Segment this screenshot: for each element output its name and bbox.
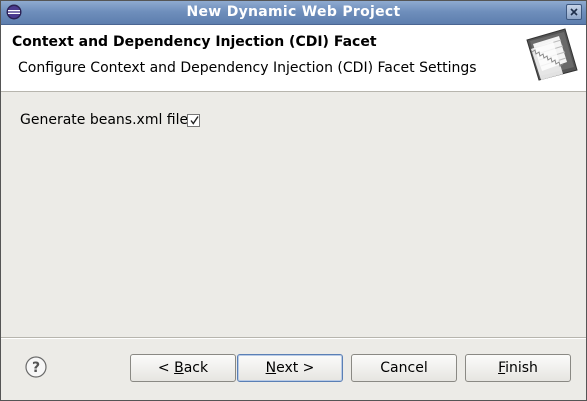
page-description: Configure Context and Dependency Injecti… bbox=[18, 60, 477, 76]
window-title: New Dynamic Web Project bbox=[186, 4, 401, 20]
wizard-banner-icon bbox=[519, 26, 583, 82]
back-prefix: < bbox=[157, 360, 175, 376]
next-button[interactable]: Next > bbox=[237, 354, 343, 382]
close-button[interactable] bbox=[566, 4, 582, 20]
generate-beans-label: Generate beans.xml file: bbox=[20, 112, 193, 128]
svg-text:?: ? bbox=[32, 360, 40, 376]
help-icon[interactable]: ? bbox=[25, 356, 47, 378]
finish-button[interactable]: Finish bbox=[465, 354, 571, 382]
dialog-window: New Dynamic Web Project Context and Depe… bbox=[0, 0, 587, 401]
next-mnemonic: N bbox=[265, 360, 277, 376]
close-icon bbox=[570, 8, 578, 16]
cancel-button[interactable]: Cancel bbox=[351, 354, 457, 382]
back-rest: ack bbox=[183, 360, 209, 376]
wizard-content: Generate beans.xml file: bbox=[1, 92, 586, 337]
button-bar-separator bbox=[1, 337, 586, 339]
title-bar[interactable]: New Dynamic Web Project bbox=[1, 1, 586, 25]
wizard-header: Context and Dependency Injection (CDI) F… bbox=[1, 25, 586, 92]
finish-rest: inish bbox=[505, 360, 538, 376]
next-rest: ext > bbox=[276, 360, 315, 376]
back-button[interactable]: < Back bbox=[130, 354, 236, 382]
page-title: Context and Dependency Injection (CDI) F… bbox=[12, 34, 377, 50]
generate-beans-checkbox[interactable] bbox=[187, 114, 200, 127]
checkmark-icon bbox=[190, 116, 199, 125]
back-mnemonic: B bbox=[174, 360, 184, 376]
